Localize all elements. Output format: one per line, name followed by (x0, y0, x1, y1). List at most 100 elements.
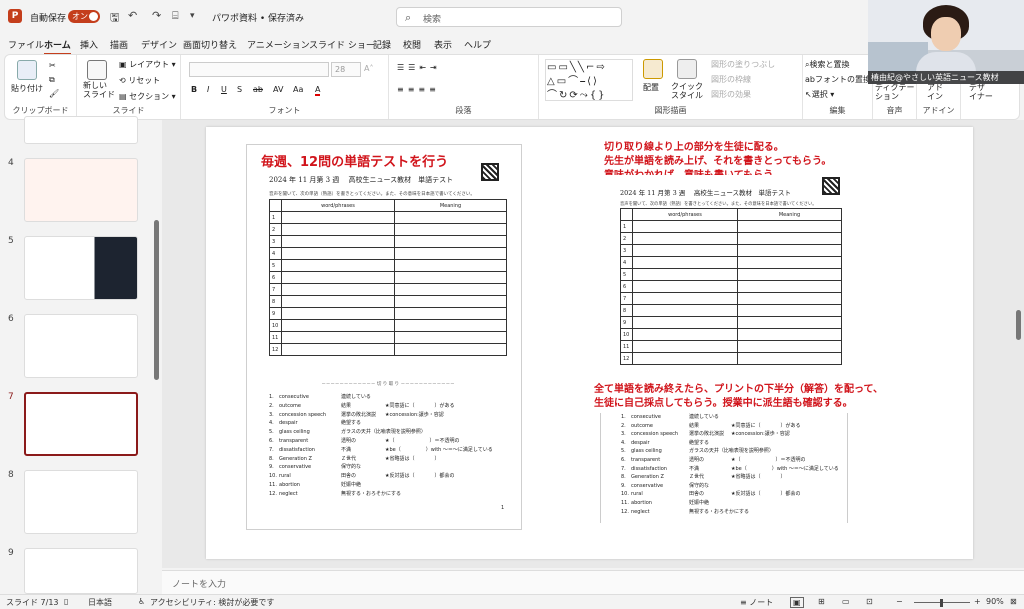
quick-style-icon[interactable] (677, 59, 697, 79)
font-name-input[interactable] (189, 62, 329, 77)
drawing-group: ▭▭╲╲⌐⇨ △▭⌒⎯⟨⟩ ⌒↻⟳⤳{} 配置 クイック スタイル 図形の塗りつぶし… (539, 55, 803, 119)
slide-thumb-7[interactable] (24, 392, 138, 456)
customize-qat-icon[interactable]: ▾ (190, 11, 195, 21)
shape-effects-button[interactable]: 図形の効果 (711, 89, 751, 100)
thumbnail-scroll-thumb[interactable] (154, 220, 159, 380)
table-row: 4 (620, 256, 842, 269)
format-painter-icon[interactable]: 🖌 (49, 89, 59, 98)
zoom-level[interactable]: 90% (986, 597, 1004, 606)
slide-sorter-icon[interactable]: ⊞ (818, 597, 825, 606)
shape-outline-button[interactable]: 図形の枠線 (711, 74, 751, 85)
slide-thumb-3[interactable] (24, 116, 138, 144)
tab-file[interactable]: ファイル (8, 38, 44, 51)
search-box[interactable]: ⌕ 検索 (396, 7, 622, 27)
list-item: 6. transparent 透明の ★（ ）＝不透明の (621, 456, 806, 463)
tab-review[interactable]: 校閲 (403, 38, 421, 51)
new-slide-button[interactable]: 新しい スライド (83, 81, 115, 99)
shadow-icon[interactable]: S (237, 85, 242, 94)
tab-record[interactable]: 記録 (373, 38, 391, 51)
copy-icon[interactable]: ⧉ (49, 75, 55, 85)
section-button[interactable]: ▤ セクション ▾ (119, 91, 176, 102)
slides-group-label: スライド (112, 106, 145, 115)
font-color-icon[interactable]: A (315, 85, 321, 96)
table-row: 12 (620, 352, 842, 365)
cut-icon[interactable]: ✂ (49, 61, 56, 70)
table-row: 6 (620, 280, 842, 293)
tab-view[interactable]: 表示 (434, 38, 452, 51)
layout-button[interactable]: ▣ レイアウト ▾ (119, 59, 176, 70)
addins-button[interactable]: アド イン (927, 83, 943, 101)
replace-font-button[interactable]: abフォントの置換 (805, 74, 871, 85)
save-icon[interactable]: 🖫 (110, 9, 119, 28)
paste-icon[interactable] (17, 60, 37, 80)
zoom-in-icon[interactable]: + (974, 597, 981, 606)
webcam-overlay: 椿由紀@やさしい英語ニュース教材 (868, 0, 1024, 84)
slide-thumb-6[interactable] (24, 314, 138, 378)
qr-code-icon (822, 177, 840, 195)
font-size-input[interactable]: 28 (331, 62, 361, 77)
spacing-icon[interactable]: AV (273, 85, 283, 94)
accessibility-status[interactable]: アクセシビリティ: 検討が必要です (150, 597, 274, 608)
shape-fill-button[interactable]: 図形の塗りつぶし (711, 59, 775, 70)
paste-button[interactable]: 貼り付け (11, 83, 43, 94)
thumbnail-scrollbar[interactable] (154, 120, 160, 594)
list-icons[interactable]: ☰☰⇤⇥ (397, 63, 441, 72)
slideshow-icon[interactable]: ⊡ (866, 597, 873, 606)
arrange-button[interactable]: 配置 (643, 82, 659, 93)
layout-label: レイアウト (129, 60, 170, 69)
dictate-button[interactable]: ディクテー ション (875, 83, 914, 101)
shapes-gallery[interactable]: ▭▭╲╲⌐⇨ △▭⌒⎯⟨⟩ ⌒↻⟳⤳{} (545, 59, 633, 101)
strike-icon[interactable]: ab (253, 85, 263, 94)
new-slide-icon[interactable] (87, 60, 107, 80)
tab-transitions[interactable]: 画面切り替え (183, 38, 237, 51)
slides-group: 新しい スライド ▣ レイアウト ▾ ⟲ リセット ▤ セクション ▾ スライド (77, 55, 181, 119)
find-replace-button[interactable]: ⌕検索と置換 (805, 59, 849, 70)
tab-home[interactable]: ホーム (44, 38, 71, 55)
reading-view-icon[interactable]: ▭ (842, 597, 850, 606)
slide-thumb-8[interactable] (24, 470, 138, 534)
tab-draw[interactable]: 描画 (110, 38, 128, 51)
tab-animations[interactable]: アニメーション (247, 38, 310, 51)
notes-toggle[interactable]: ≡ ノート (740, 597, 773, 608)
list-item: 1. consecutive 連続している (621, 414, 719, 420)
undo-icon[interactable]: ↶ (128, 9, 137, 22)
italic-icon[interactable]: I (207, 85, 209, 94)
tab-help[interactable]: ヘルプ (464, 38, 491, 51)
redo-icon[interactable]: ↷ (152, 9, 161, 22)
table-row: 6 (269, 271, 507, 284)
fit-to-window-icon[interactable]: ⊠ (1010, 597, 1017, 606)
slide-number: 9 (8, 548, 14, 558)
tab-design[interactable]: デザイン (141, 38, 177, 51)
zoom-slider-knob[interactable] (940, 599, 943, 607)
arrange-icon[interactable] (643, 59, 663, 79)
slide-thumb-9[interactable] (24, 548, 138, 594)
change-case-icon[interactable]: Aa (293, 85, 303, 94)
slide-thumb-5[interactable] (24, 236, 138, 300)
accessibility-icon[interactable]: ♿ (138, 597, 145, 606)
bold-icon[interactable]: B (191, 85, 197, 94)
font-grow-icon[interactable]: A˄ (364, 64, 373, 73)
paragraph-group: ☰☰⇤⇥ ≡≡≡≡ 段落 (389, 55, 539, 119)
list-item: 6. transparent 透明の ★（ ）＝不透明の (269, 437, 460, 444)
autosave-toggle[interactable]: オン (68, 10, 100, 23)
tab-slideshow[interactable]: スライド ショー (309, 38, 375, 51)
designer-button[interactable]: デザ イナー (969, 83, 993, 101)
slide[interactable]: 毎週、12問の単語テストを行う 2024 年 11 月第 3 週 高校生ニュース… (206, 127, 973, 559)
align-icons[interactable]: ≡≡≡≡ (397, 85, 440, 94)
slide-thumb-4[interactable] (24, 158, 138, 222)
quick-style-button[interactable]: クイック スタイル (671, 82, 703, 100)
notes-pane[interactable]: ノートを入力 (162, 570, 1024, 594)
reset-button[interactable]: ⟲ リセット (119, 75, 160, 86)
normal-view-icon[interactable]: ▣ (790, 597, 804, 608)
canvas-scroll-thumb[interactable] (1016, 310, 1021, 340)
canvas-scrollbar[interactable] (1014, 120, 1022, 568)
spellcheck-icon[interactable]: ▯ (64, 597, 68, 606)
zoom-out-icon[interactable]: − (896, 597, 903, 606)
language-status[interactable]: 日本語 (88, 597, 112, 608)
underline-icon[interactable]: U (221, 85, 227, 94)
select-button[interactable]: ↖選択 ▾ (805, 89, 834, 100)
tab-insert[interactable]: 挿入 (80, 38, 98, 51)
worksheet-title: 2024 年 11 月第 3 週 高校生ニュース教材 単語テスト (269, 176, 454, 184)
present-icon[interactable]: ⌸ (172, 9, 179, 23)
find-replace-label: 検索と置換 (809, 60, 850, 69)
